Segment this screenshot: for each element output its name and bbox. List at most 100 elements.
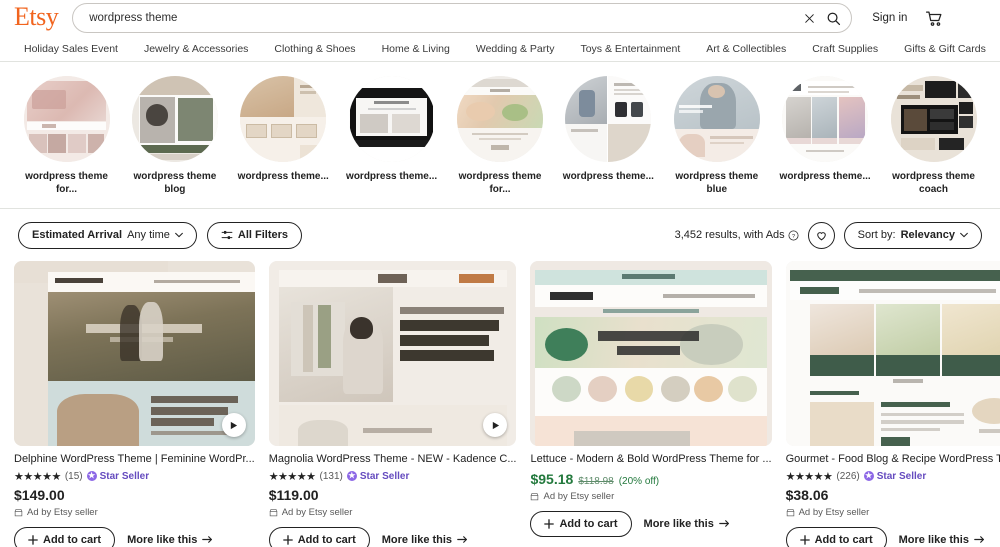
carousel-thumbnail[interactable]	[890, 76, 977, 162]
price-row: $95.18 $118.98 (20% off)	[530, 471, 771, 487]
play-icon	[492, 421, 500, 429]
carousel-thumbnail[interactable]	[23, 76, 110, 162]
product-image[interactable]	[268, 261, 517, 446]
estimated-arrival-value: Any time	[127, 229, 170, 241]
carousel-item-7[interactable]: wordpress theme...	[775, 76, 876, 184]
shop-tag-icon	[531, 492, 539, 500]
carousel-thumbnail[interactable]	[457, 76, 543, 162]
ad-label: Ad by Etsy seller	[281, 506, 353, 518]
add-to-cart-button[interactable]: Add to cart	[530, 510, 632, 537]
product-card[interactable]: Gourmet - Food Blog & Recipe WordPress T…	[785, 261, 1000, 547]
arrow-right-icon	[202, 536, 213, 544]
product-image[interactable]	[14, 261, 255, 446]
carousel-item-label: wordpress theme blue	[675, 171, 759, 195]
product-card[interactable]: Delphine WordPress Theme | Feminine Word…	[14, 261, 255, 547]
star-rating: ★★★★★	[785, 470, 833, 483]
estimated-arrival-label: Estimated Arrival	[32, 229, 123, 241]
carousel-item-label: wordpress theme...	[562, 171, 654, 182]
nav-item-1[interactable]: Jewelry & Accessories	[131, 43, 261, 55]
sign-in-link[interactable]: Sign in	[872, 12, 907, 24]
more-like-this-link[interactable]: More like this	[382, 534, 468, 546]
search-submit-button[interactable]	[821, 6, 845, 30]
nav-item-2[interactable]: Clothing & Shoes	[261, 43, 368, 55]
clear-search-button[interactable]	[797, 6, 821, 30]
play-video-button[interactable]	[221, 413, 246, 437]
carousel-thumbnail[interactable]	[240, 76, 327, 162]
nav-item-0[interactable]: Holiday Sales Event	[18, 43, 131, 55]
carousel-item-2[interactable]: wordpress theme...	[233, 76, 334, 184]
product-image[interactable]	[785, 261, 1000, 446]
carousel-thumbnail[interactable]	[348, 76, 435, 162]
carousel-item-label: wordpress theme...	[237, 171, 329, 182]
nav-item-5[interactable]: Toys & Entertainment	[567, 43, 693, 55]
carousel-thumbnail[interactable]	[131, 76, 218, 162]
rating-row: ★★★★★ (226) ★ Star Seller	[786, 470, 1000, 483]
star-seller-label: Star Seller	[99, 470, 150, 482]
product-title[interactable]: Delphine WordPress Theme | Feminine Word…	[14, 453, 255, 467]
add-to-cart-button[interactable]: Add to cart	[14, 526, 116, 547]
add-to-cart-label: Add to cart	[297, 533, 356, 546]
carousel-item-label: wordpress theme for...	[25, 171, 108, 195]
search-input[interactable]	[89, 12, 798, 24]
carousel-item-5[interactable]: wordpress theme...	[558, 76, 659, 184]
rating-row: ★★★★★ (15) ★ Star Seller	[14, 470, 255, 483]
more-like-this-label: More like this	[381, 533, 453, 546]
carousel-thumbnail[interactable]	[673, 76, 760, 162]
category-nav: Holiday Sales Event Jewelry & Accessories…	[0, 36, 1000, 62]
add-to-cart-label: Add to cart	[559, 517, 618, 530]
etsy-logo[interactable]: Etsy	[14, 4, 59, 32]
ad-label: Ad by Etsy seller	[27, 506, 98, 518]
nav-item-7[interactable]: Craft Supplies	[799, 43, 891, 55]
carousel-item-label: wordpress theme for...	[458, 171, 542, 195]
estimated-arrival-filter[interactable]: Estimated Arrival Any time	[18, 221, 197, 249]
add-to-cart-button[interactable]: Add to cart	[268, 526, 370, 547]
shopping-cart-icon	[926, 11, 942, 26]
product-image[interactable]	[530, 261, 772, 446]
nav-item-4[interactable]: Wedding & Party	[463, 43, 568, 55]
star-seller-icon: ★	[86, 471, 97, 482]
nav-item-6[interactable]: Art & Collectibles	[693, 43, 799, 55]
carousel-thumbnail[interactable]	[565, 76, 652, 162]
star-seller-icon: ★	[863, 471, 874, 482]
price-row: $38.06	[786, 487, 1000, 503]
star-seller-label: Star Seller	[876, 470, 927, 482]
chevron-down-icon	[960, 232, 968, 238]
plus-icon	[282, 534, 293, 545]
ad-disclosure: Ad by Etsy seller	[786, 507, 1000, 518]
product-card[interactable]: Lettuce - Modern & Bold WordPress Theme …	[530, 261, 772, 547]
carousel-item-label: wordpress theme...	[346, 171, 438, 182]
ad-label: Ad by Etsy seller	[798, 506, 870, 518]
arrow-right-icon	[719, 520, 729, 528]
sort-by-dropdown[interactable]: Sort by: Relevancy	[843, 221, 982, 249]
review-count: (131)	[319, 470, 343, 482]
carousel-item-8[interactable]: wordpress theme coach	[883, 76, 984, 197]
results-count-text: 3,452 results, with Ads	[674, 229, 785, 241]
sort-by-label: Sort by:	[857, 229, 896, 241]
more-like-this-link[interactable]: More like this	[644, 518, 730, 530]
nav-item-8[interactable]: Gifts & Gift Cards	[891, 43, 999, 55]
search-bar[interactable]	[72, 3, 853, 33]
favorites-button[interactable]	[807, 221, 835, 249]
product-title[interactable]: Gourmet - Food Blog & Recipe WordPress T…	[786, 453, 1000, 467]
carousel-item-3[interactable]: wordpress theme...	[341, 76, 442, 184]
cart-button[interactable]	[925, 9, 944, 28]
carousel-thumbnail[interactable]	[782, 76, 869, 162]
product-title[interactable]: Magnolia WordPress Theme - NEW - Kadence…	[269, 453, 517, 467]
arrow-right-icon	[974, 536, 984, 544]
more-like-this-link[interactable]: More like this	[899, 534, 985, 546]
carousel-item-4[interactable]: wordpress theme for...	[450, 76, 551, 197]
price-row: $119.00	[269, 487, 517, 503]
carousel-item-1[interactable]: wordpress theme blog	[124, 76, 225, 197]
more-like-this-link[interactable]: More like this	[127, 534, 213, 546]
question-circle-icon[interactable]: ?	[788, 230, 799, 241]
carousel-item-6[interactable]: wordpress theme blue	[666, 76, 767, 197]
all-filters-button[interactable]: All Filters	[206, 221, 302, 249]
nav-item-3[interactable]: Home & Living	[369, 43, 463, 55]
product-card[interactable]: Magnolia WordPress Theme - NEW - Kadence…	[268, 261, 517, 547]
add-to-cart-button[interactable]: Add to cart	[785, 526, 887, 547]
rating-row: ★★★★★ (131) ★ Star Seller	[269, 470, 517, 483]
carousel-item-label: wordpress theme...	[779, 171, 871, 182]
product-title[interactable]: Lettuce - Modern & Bold WordPress Theme …	[530, 453, 771, 467]
carousel-item-0[interactable]: wordpress theme for...	[16, 76, 117, 197]
price-row: $149.00	[14, 487, 255, 503]
